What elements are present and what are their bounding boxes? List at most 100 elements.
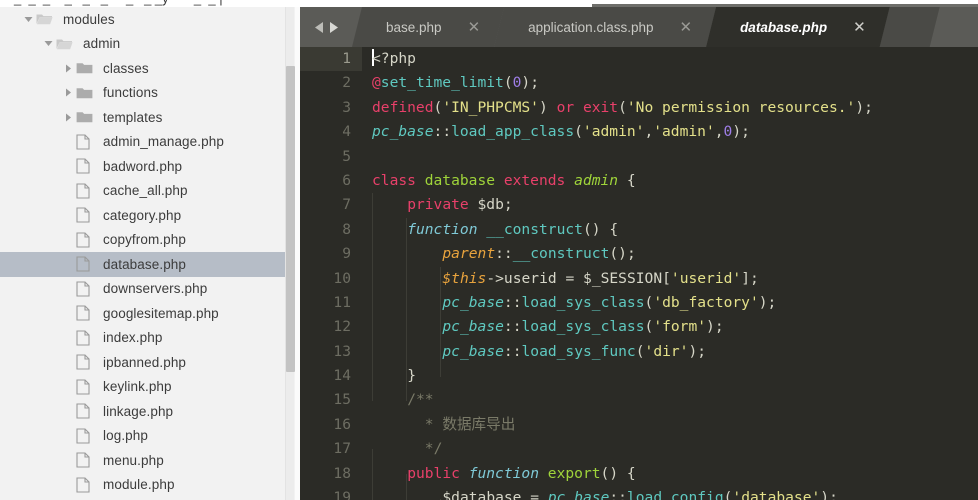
line-number: 1 bbox=[300, 47, 362, 72]
editor-tab[interactable]: database.php ✕ bbox=[706, 7, 890, 47]
tree-folder-row[interactable]: modules bbox=[0, 7, 300, 32]
line-number: 3 bbox=[342, 98, 351, 116]
tree-file-row[interactable]: index.php bbox=[0, 326, 300, 351]
editor-tab-bar[interactable]: base.php ✕ application.class.php ✕ database.… bbox=[300, 7, 978, 47]
tree-file-row[interactable]: copyfrom.php bbox=[0, 228, 300, 253]
code-line[interactable]: 17 */ bbox=[300, 437, 978, 461]
tree-folder-row[interactable]: functions bbox=[0, 81, 300, 106]
tree-file-row[interactable]: keylink.php bbox=[0, 375, 300, 400]
tree-file-row[interactable]: log.php bbox=[0, 424, 300, 449]
file-tree-sidebar[interactable]: modules admin classes functions templates adm… bbox=[0, 0, 300, 500]
code-line-text: /** bbox=[407, 391, 434, 409]
folder-icon bbox=[76, 61, 98, 75]
code-lines[interactable]: 1 <?php 2 @set_time_limit(0); 3 defined('IN_P… bbox=[300, 47, 978, 500]
code-line[interactable]: 10 $this->userid = $_SESSION['userid']; bbox=[300, 267, 978, 291]
tab-list[interactable]: base.php ✕ application.class.php ✕ database.… bbox=[352, 7, 930, 47]
code-line[interactable]: 14} bbox=[300, 364, 978, 388]
chevron-down-icon[interactable] bbox=[20, 7, 36, 31]
tree-file-row[interactable]: admin_manage.php bbox=[0, 130, 300, 155]
chevron-right-icon[interactable] bbox=[60, 105, 76, 129]
tree-file-row[interactable]: cache_all.php bbox=[0, 179, 300, 204]
code-line[interactable]: 13 pc_base::load_sys_func('dir'); bbox=[300, 340, 978, 364]
sidebar-scrollbar-thumb[interactable] bbox=[286, 66, 295, 372]
tree-folder-row[interactable]: classes bbox=[0, 56, 300, 81]
tree-item-label: ipbanned.php bbox=[103, 354, 187, 370]
tree-file-row[interactable]: module.php bbox=[0, 473, 300, 498]
code-line-text: pc_base::load_sys_class('form'); bbox=[442, 318, 724, 336]
code-line-text: * 数据库导出 bbox=[416, 415, 516, 433]
tree-file-row[interactable]: googlesitemap.php bbox=[0, 301, 300, 326]
code-line[interactable]: 8 function __construct() { bbox=[300, 218, 978, 242]
code-line-text: pc_base::load_app_class('admin','admin',… bbox=[372, 123, 750, 141]
code-line[interactable]: 3 defined('IN_PHPCMS') or exit('No permis… bbox=[300, 96, 978, 120]
tree-file-row[interactable]: linkage.php bbox=[0, 399, 300, 424]
file-icon bbox=[76, 452, 98, 468]
code-line[interactable]: 6 class database extends admin { bbox=[300, 169, 978, 193]
code-line[interactable]: 16 * 数据库导出 bbox=[300, 413, 978, 437]
chevron-right-icon[interactable] bbox=[60, 81, 76, 105]
tab-prev-arrow[interactable] bbox=[314, 21, 325, 34]
chevron-down-icon[interactable] bbox=[40, 32, 56, 56]
code-line-text: private $db; bbox=[407, 196, 513, 214]
tree-item-label: admin_manage.php bbox=[103, 134, 224, 150]
line-number: 18 bbox=[333, 464, 351, 482]
code-editor-pane[interactable]: base.php ✕ application.class.php ✕ database.… bbox=[300, 0, 978, 500]
tree-folder-row[interactable]: admin bbox=[0, 32, 300, 57]
line-number: 10 bbox=[333, 269, 351, 287]
tree-file-row[interactable]: menu.php bbox=[0, 448, 300, 473]
code-line[interactable]: 1 <?php bbox=[300, 47, 978, 72]
code-line[interactable]: 5 bbox=[300, 145, 978, 169]
code-line[interactable]: 15 /** bbox=[300, 388, 978, 412]
chevron-right-icon[interactable] bbox=[60, 56, 76, 80]
code-line[interactable]: 11 pc_base::load_sys_class('db_factory'); bbox=[300, 291, 978, 315]
line-number: 14 bbox=[333, 367, 351, 385]
tree-file-row[interactable]: ipbanned.php bbox=[0, 350, 300, 375]
folder-icon bbox=[76, 110, 98, 124]
code-line[interactable]: 9 parent::__construct(); bbox=[300, 242, 978, 266]
line-number: 8 bbox=[342, 220, 351, 238]
code-line-text: public function export() { bbox=[407, 464, 636, 482]
code-line-text: function __construct() { bbox=[407, 220, 619, 238]
tree-folder-row[interactable]: templates bbox=[0, 105, 300, 130]
folder-open-icon bbox=[36, 12, 58, 26]
code-line-text: parent::__construct(); bbox=[442, 245, 636, 263]
tree-item-label: log.php bbox=[103, 428, 148, 444]
line-number: 15 bbox=[333, 391, 351, 409]
file-icon bbox=[76, 379, 98, 395]
code-line[interactable]: 18 public function export() { bbox=[300, 462, 978, 486]
editor-tab[interactable]: base.php ✕ bbox=[352, 7, 504, 47]
file-icon bbox=[76, 403, 98, 419]
tree-item-label: linkage.php bbox=[103, 403, 174, 419]
tab-close-icon[interactable]: ✕ bbox=[827, 20, 890, 35]
code-line[interactable]: 2 @set_time_limit(0); bbox=[300, 71, 978, 95]
code-line[interactable]: 4 pc_base::load_app_class('admin','admin'… bbox=[300, 120, 978, 144]
tree-item-label: cache_all.php bbox=[103, 183, 188, 199]
line-number: 13 bbox=[333, 342, 351, 360]
line-number: 2 bbox=[342, 74, 351, 92]
tree-item-label: modules bbox=[63, 11, 115, 27]
code-area[interactable]: 1 <?php 2 @set_time_limit(0); 3 defined('IN_P… bbox=[300, 47, 978, 500]
code-line[interactable]: 7 private $db; bbox=[300, 193, 978, 217]
code-line[interactable]: 12 pc_base::load_sys_class('form'); bbox=[300, 315, 978, 339]
tree-file-row[interactable]: downservers.php bbox=[0, 277, 300, 302]
tab-nav-arrows[interactable] bbox=[300, 7, 352, 47]
tree-item-label: classes bbox=[103, 60, 149, 76]
code-line[interactable]: 19 $database = pc_base::load_config('data… bbox=[300, 486, 978, 500]
tree-item-label: index.php bbox=[103, 330, 163, 346]
tree-file-row[interactable]: badword.php bbox=[0, 154, 300, 179]
tab-next-arrow[interactable] bbox=[328, 21, 339, 34]
tree-file-row[interactable]: database.php bbox=[0, 252, 300, 277]
sidebar-scrollbar-track[interactable] bbox=[285, 7, 295, 500]
tree-item-label: admin bbox=[83, 36, 121, 52]
tree-file-row[interactable]: category.php bbox=[0, 203, 300, 228]
file-tree[interactable]: modules admin classes functions templates adm… bbox=[0, 7, 300, 497]
editor-tab[interactable]: application.class.php ✕ bbox=[494, 7, 716, 47]
tab-label: database.php bbox=[740, 19, 828, 35]
